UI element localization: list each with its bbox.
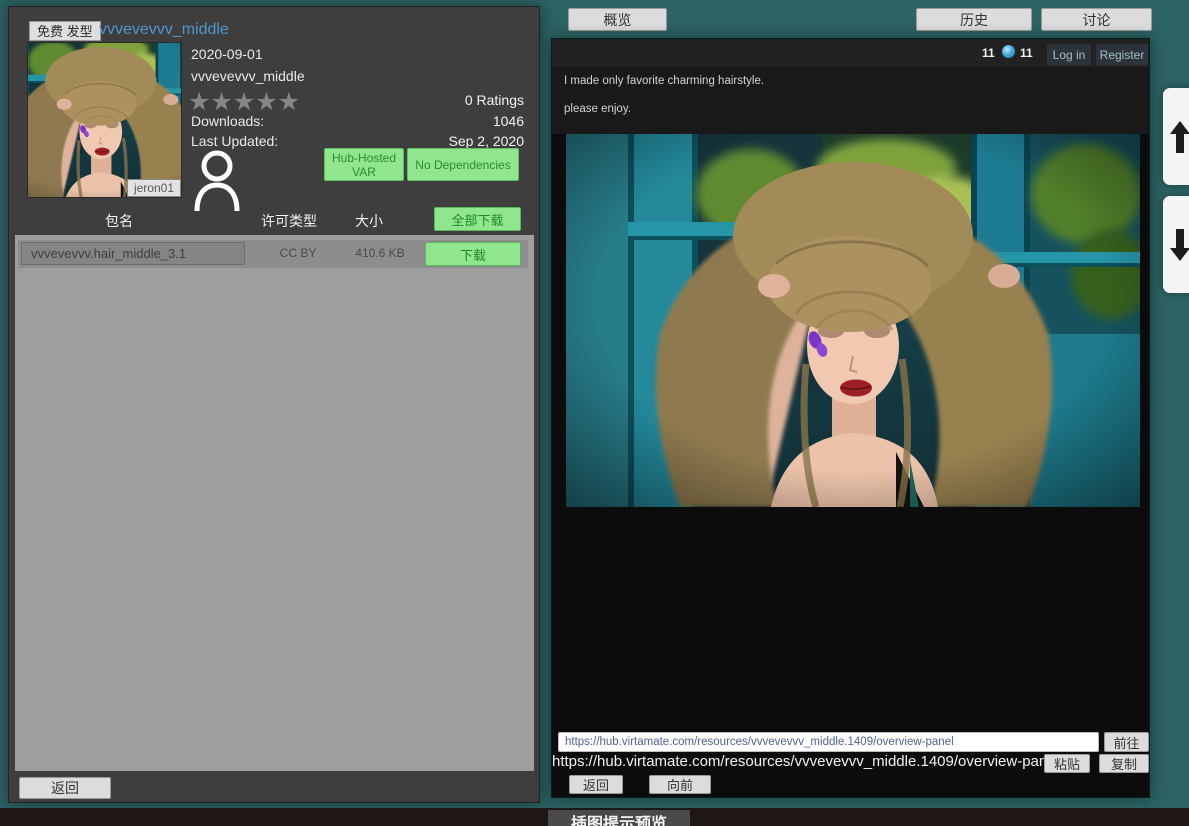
person-icon xyxy=(193,149,241,211)
photo-image xyxy=(566,134,1140,507)
up-arrow-icon xyxy=(1169,120,1189,154)
resource-type-badge: 免费 发型 xyxy=(29,21,101,41)
background-ui-strip: 插图提示预览 xyxy=(0,808,1189,826)
resource-detail-panel: 免费 发型 vvvevevvv_middle jeron01 2020-09-0… xyxy=(8,6,540,803)
copy-button[interactable]: 复制 xyxy=(1099,754,1149,773)
resource-date: 2020-09-01 xyxy=(191,46,263,62)
address-input[interactable] xyxy=(558,732,1099,752)
column-header-size: 大小 xyxy=(349,211,389,231)
resource-title-link[interactable]: vvvevevvv_middle xyxy=(99,21,229,39)
resource-name: vvvevevvv_middle xyxy=(191,68,305,84)
paste-button[interactable]: 粘贴 xyxy=(1044,754,1090,773)
view-count: 11 xyxy=(1020,46,1033,60)
description-area: I made only favorite charming hairstyle.… xyxy=(552,67,1149,134)
background-clipped-button[interactable]: 插图提示预览 xyxy=(548,810,690,826)
current-url-text: https://hub.virtamate.com/resources/vvve… xyxy=(552,753,1059,770)
last-updated-value: Sep 2, 2020 xyxy=(448,133,524,149)
size-cell: 410.6 KB xyxy=(348,246,412,260)
download-button[interactable]: 下载 xyxy=(425,242,521,266)
register-link[interactable]: Register xyxy=(1096,44,1148,65)
download-all-button[interactable]: 全部下载 xyxy=(434,207,521,231)
downloads-value: 1046 xyxy=(493,113,524,129)
description-line-2: please enjoy. xyxy=(564,103,631,115)
go-button[interactable]: 前往 xyxy=(1104,732,1149,752)
resource-photo xyxy=(566,134,1140,507)
tab-overview[interactable]: 概览 xyxy=(568,8,667,31)
file-list: vvvevevvv.hair_middle_3.1 CC BY 410.6 KB… xyxy=(15,235,534,771)
browser-back-button[interactable]: 返回 xyxy=(569,775,623,794)
ratings-count: 0 Ratings xyxy=(465,92,524,108)
package-name-cell: vvvevevvv.hair_middle_3.1 xyxy=(21,242,245,265)
resource-thumbnail[interactable]: jeron01 xyxy=(28,43,181,197)
column-header-license: 许可类型 xyxy=(247,211,331,231)
browser-forward-button[interactable]: 向前 xyxy=(649,775,711,794)
scroll-up-button[interactable] xyxy=(1163,88,1189,185)
hub-hosted-var-badge: Hub-Hosted VAR xyxy=(324,148,404,181)
like-count: 11 xyxy=(982,46,995,60)
hub-webview-panel: 11 11 Log in Register I made only favori… xyxy=(551,38,1150,798)
scroll-down-button[interactable] xyxy=(1163,196,1189,293)
author-tag: jeron01 xyxy=(127,179,181,197)
description-line-1: I made only favorite charming hairstyle. xyxy=(564,75,764,87)
down-arrow-icon xyxy=(1169,228,1189,262)
column-header-package: 包名 xyxy=(87,211,151,231)
downloads-label: Downloads: xyxy=(191,113,264,129)
login-link[interactable]: Log in xyxy=(1047,44,1091,65)
status-orb-icon xyxy=(1002,45,1015,58)
tab-discussion[interactable]: 讨论 xyxy=(1041,8,1152,31)
tab-history[interactable]: 历史 xyxy=(916,8,1032,31)
webview-header: 11 11 Log in Register xyxy=(552,39,1149,67)
panel-back-button[interactable]: 返回 xyxy=(19,777,111,799)
thumbnail-image xyxy=(28,43,181,197)
file-row: vvvevevvv.hair_middle_3.1 CC BY 410.6 KB… xyxy=(18,240,528,268)
license-cell: CC BY xyxy=(266,246,330,260)
last-updated-label: Last Updated: xyxy=(191,133,278,149)
no-dependencies-badge: No Dependencies xyxy=(407,148,519,181)
